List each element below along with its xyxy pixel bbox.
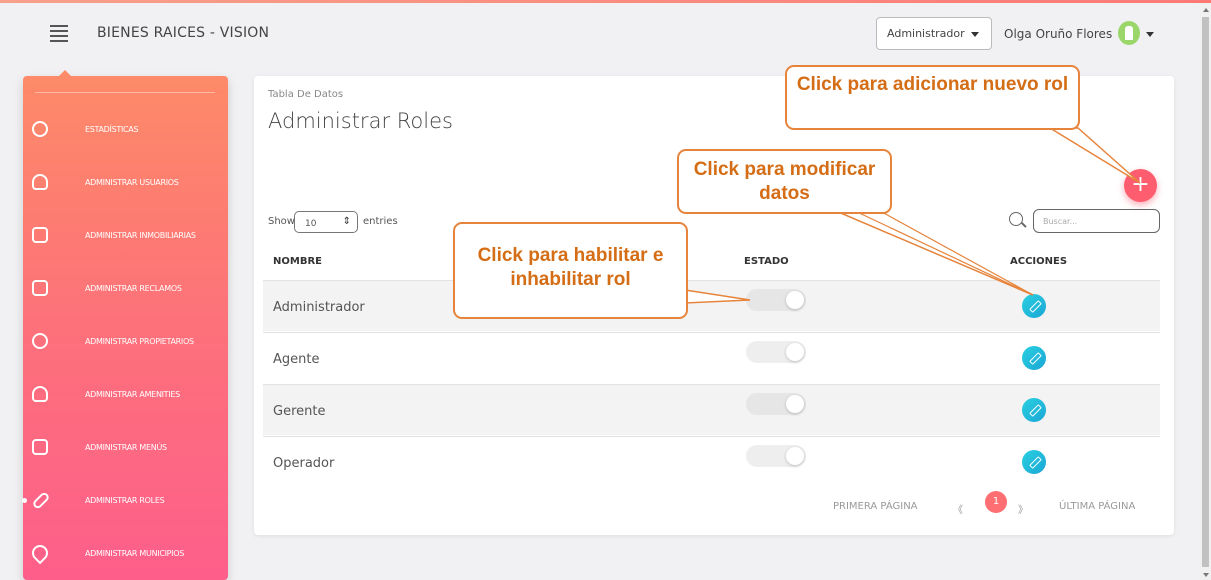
status-toggle[interactable] <box>746 289 806 311</box>
sidebar-item-estadisticas[interactable]: ESTADÍSTICAS <box>23 110 228 150</box>
status-toggle[interactable] <box>746 341 806 363</box>
sidebar-item-label: ADMINISTRAR INMOBILIARIAS <box>85 231 196 240</box>
pie-chart-icon <box>32 121 48 137</box>
sidebar-divider <box>35 92 215 93</box>
search-icon <box>1009 212 1023 226</box>
next-page-icon[interactable]: 》 <box>1018 501 1028 516</box>
add-role-callout: Click para adicionar nuevo rol <box>785 65 1080 130</box>
toggle-role-callout: Click para habilitar e inhabilitar rol <box>453 222 688 319</box>
sidebar-item-label: ADMINISTRAR MENÚS <box>85 443 167 452</box>
search-input[interactable]: Buscar... <box>1033 209 1160 233</box>
status-toggle[interactable] <box>746 393 806 415</box>
table-row: Operador <box>263 436 1160 487</box>
sidebar-item-reclamos[interactable]: ADMINISTRAR RECLAMOS <box>23 269 228 309</box>
roles-card: Tabla De Datos Administrar Roles + Show … <box>254 76 1174 535</box>
role-dropdown-value: Administrador <box>887 27 965 40</box>
table-row: Gerente <box>263 384 1160 435</box>
house-icon <box>32 386 48 402</box>
edit-button[interactable] <box>1022 450 1046 474</box>
sidebar-item-usuarios[interactable]: ADMINISTRAR USUARIOS <box>23 163 228 203</box>
column-header-nombre: NOMBRE <box>273 256 322 267</box>
page-title: Administrar Roles <box>268 109 453 133</box>
edit-role-callout: Click para modificar datos <box>677 149 892 214</box>
sidebar-item-label: ADMINISTRAR RECLAMOS <box>85 284 182 293</box>
toggle-knob <box>786 291 804 309</box>
sidebar-item-roles[interactable]: ADMINISTRAR ROLES <box>22 481 228 521</box>
user-avatar-icon[interactable] <box>1118 21 1140 45</box>
entries-select[interactable]: 10 ⇕ <box>294 211 358 233</box>
edit-button[interactable] <box>1022 294 1046 318</box>
column-header-estado: ESTADO <box>744 256 789 267</box>
key-icon <box>32 333 48 349</box>
briefcase-icon <box>32 227 48 243</box>
edit-button[interactable] <box>1022 346 1046 370</box>
column-header-acciones: ACCIONES <box>1010 256 1068 267</box>
toggle-knob <box>786 447 804 465</box>
role-name: Operador <box>273 456 335 471</box>
sidebar-item-label: ESTADÍSTICAS <box>85 125 139 134</box>
role-dropdown[interactable]: Administrador <box>876 17 992 50</box>
sidebar-item-label: ADMINISTRAR AMENITIES <box>85 390 180 399</box>
sidebar-item-label: ADMINISTRAR MUNICIPIOS <box>85 549 185 558</box>
sidebar: ESTADÍSTICAS ADMINISTRAR USUARIOS ADMINI… <box>22 70 228 580</box>
previous-page-icon[interactable]: 《 <box>953 501 963 516</box>
top-navbar: BIENES RAICES - VISION Administrador Olg… <box>0 3 1200 65</box>
status-toggle[interactable] <box>746 445 806 467</box>
role-name: Gerente <box>273 404 326 419</box>
table-row: Agente <box>263 332 1160 383</box>
sidebar-item-amenities[interactable]: ADMINISTRAR AMENITIES <box>23 375 228 415</box>
show-label: Show <box>268 216 295 227</box>
sort-arrows-icon: ⇕ <box>342 216 351 227</box>
location-pin-icon <box>28 541 52 565</box>
user-name[interactable]: Olga Oruño Flores <box>1004 27 1112 41</box>
scrollbar-thumb[interactable] <box>1202 17 1209 567</box>
scroll-up-icon[interactable] <box>1203 8 1209 12</box>
card-subtitle: Tabla De Datos <box>268 89 344 100</box>
current-page[interactable]: 1 <box>985 491 1007 513</box>
hamburger-icon[interactable] <box>50 25 68 43</box>
sidebar-item-municipios[interactable]: ADMINISTRAR MUNICIPIOS <box>23 534 228 574</box>
edit-button[interactable] <box>1022 398 1046 422</box>
chevron-down-icon <box>971 32 979 37</box>
role-name: Agente <box>273 352 320 367</box>
sidebar-item-label: ADMINISTRAR USUARIOS <box>85 178 179 187</box>
entries-label: entries <box>363 216 398 227</box>
user-icon <box>32 174 48 190</box>
link-icon <box>31 490 51 511</box>
role-name: Administrador <box>273 300 365 315</box>
scroll-down-icon[interactable] <box>1203 573 1209 577</box>
toggle-knob <box>786 395 804 413</box>
sidebar-item-propietarios[interactable]: ADMINISTRAR PROPIETARIOS <box>23 322 228 362</box>
last-page-link[interactable]: ÚLTIMA PÁGINA <box>1059 501 1135 512</box>
sidebar-item-inmobiliarias[interactable]: ADMINISTRAR INMOBILIARIAS <box>23 216 228 256</box>
page-scrollbar[interactable] <box>1200 3 1211 580</box>
first-page-link[interactable]: PRIMERA PÁGINA <box>833 501 918 512</box>
chat-icon <box>32 280 48 296</box>
sidebar-item-label: ADMINISTRAR ROLES <box>85 496 165 505</box>
sidebar-item-label: ADMINISTRAR PROPIETARIOS <box>85 337 194 346</box>
server-icon <box>32 439 48 455</box>
brand-title: BIENES RAICES - VISION <box>97 25 270 41</box>
chevron-down-icon[interactable] <box>1146 32 1154 37</box>
table-row: Administrador <box>263 280 1160 331</box>
toggle-knob <box>786 343 804 361</box>
entries-select-value: 10 <box>305 219 317 229</box>
active-indicator <box>22 498 27 503</box>
add-role-button[interactable]: + <box>1124 169 1157 202</box>
sidebar-item-menus[interactable]: ADMINISTRAR MENÚS <box>23 428 228 468</box>
